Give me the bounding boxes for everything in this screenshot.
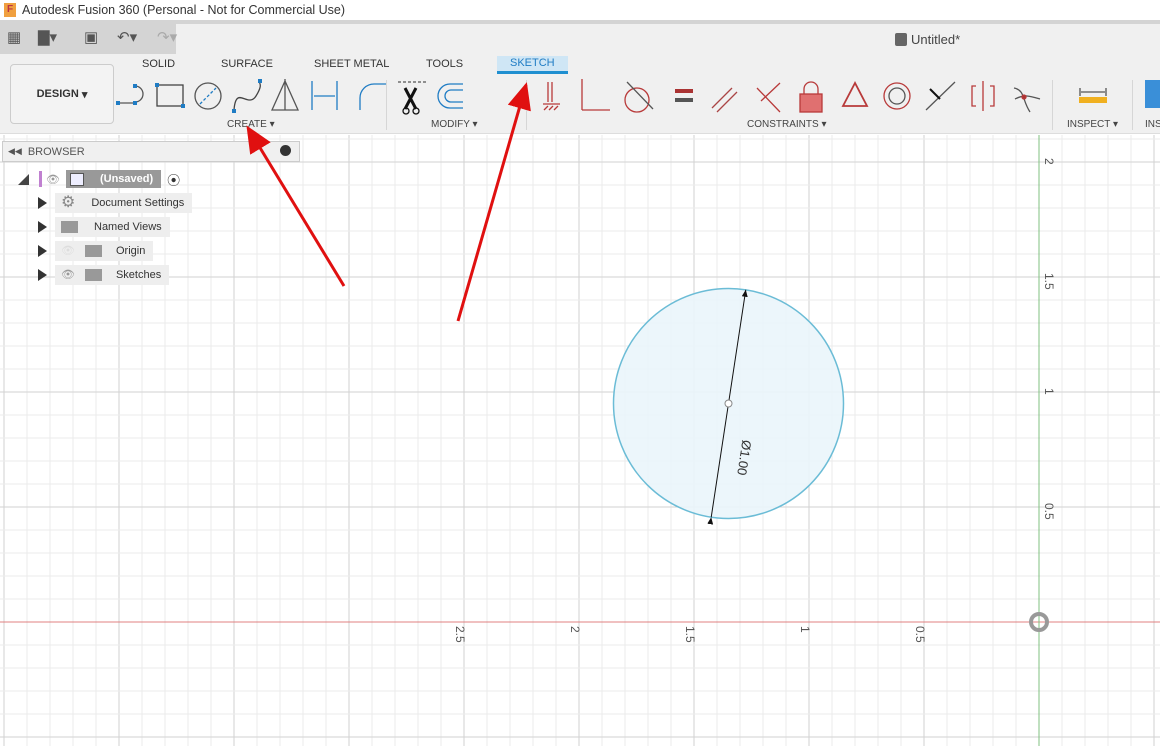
fix-icon[interactable] bbox=[543, 82, 560, 111]
ribbon-icons bbox=[116, 79, 1160, 115]
window-title: Autodesk Fusion 360 (Personal - Not for … bbox=[22, 3, 346, 17]
create-menu[interactable]: CREATE ▾ bbox=[227, 119, 275, 130]
fusion-logo-icon: F bbox=[4, 3, 16, 17]
y-axis-label: 2 bbox=[1042, 158, 1056, 165]
tree-item[interactable]: Named Views bbox=[36, 217, 170, 237]
x-axis-label: 2 bbox=[568, 626, 582, 633]
concentric-icon[interactable] bbox=[883, 82, 911, 110]
file-menu-icon[interactable]: ▇▾ bbox=[38, 28, 57, 46]
root-label: (Unsaved) bbox=[99, 173, 154, 185]
document-title: Untitled* bbox=[911, 32, 961, 47]
coincident-icon[interactable] bbox=[581, 79, 610, 111]
dimension-icon[interactable] bbox=[311, 81, 338, 110]
equal-icon[interactable] bbox=[675, 89, 693, 102]
apps-grid-icon[interactable]: ▦ bbox=[7, 28, 21, 46]
tree-root[interactable]: 👁 (Unsaved) ⦿ bbox=[18, 169, 180, 189]
collinear-icon[interactable] bbox=[925, 81, 956, 111]
circle-icon[interactable] bbox=[194, 82, 222, 110]
insert-menu[interactable]: INS bbox=[1145, 119, 1160, 130]
tree-item[interactable]: ⚙ Document Settings bbox=[36, 193, 193, 213]
title-bar: F Autodesk Fusion 360 (Personal - Not fo… bbox=[0, 0, 1160, 20]
inspect-label: INSPECT bbox=[1067, 119, 1111, 130]
browser-title: BROWSER bbox=[27, 145, 85, 158]
ribbon: DESIGN ▾ SOLID SURFACE SHEET METAL TOOLS… bbox=[0, 54, 1160, 134]
visibility-eye-icon[interactable]: 👁 bbox=[61, 265, 75, 285]
symmetry-icon[interactable] bbox=[971, 81, 995, 111]
undo-icon[interactable]: ↶▾ bbox=[117, 28, 137, 46]
expanded-triangle-icon[interactable] bbox=[18, 173, 29, 185]
tree-item-label: Origin bbox=[115, 245, 146, 257]
redo-icon[interactable]: ↷▾ bbox=[157, 28, 177, 46]
browser-minimize-icon[interactable] bbox=[280, 145, 291, 156]
constraints-label: CONSTRAINTS bbox=[747, 119, 819, 130]
browser-panel-header: ◀◀ BROWSER bbox=[2, 141, 300, 162]
expand-triangle-icon[interactable] bbox=[38, 269, 47, 281]
document-cube-icon bbox=[895, 33, 907, 46]
gear-icon: ⚙ bbox=[61, 194, 76, 211]
line-icon[interactable] bbox=[116, 84, 144, 105]
save-icon[interactable]: ▣ bbox=[84, 28, 98, 46]
lock-icon[interactable] bbox=[799, 81, 823, 113]
quick-access-toolbar: ▦ ▇▾ ▣ ↶▾ ↷▾ bbox=[0, 20, 1160, 54]
measure-icon[interactable] bbox=[1079, 88, 1107, 103]
spline-icon[interactable] bbox=[232, 79, 262, 113]
expand-triangle-icon[interactable] bbox=[38, 221, 47, 233]
y-axis-label: 0.5 bbox=[1042, 503, 1056, 520]
fillet-icon[interactable] bbox=[359, 83, 387, 110]
tree-item-label: Sketches bbox=[115, 269, 162, 281]
y-axis-label: 1 bbox=[1042, 388, 1056, 395]
x-axis-label: 1 bbox=[798, 626, 812, 633]
offset-icon[interactable] bbox=[437, 83, 463, 109]
insert-image-icon[interactable] bbox=[1145, 80, 1160, 108]
folder-icon bbox=[84, 245, 102, 257]
perpendicular-icon[interactable] bbox=[756, 82, 781, 113]
x-axis-label: 2.5 bbox=[453, 626, 467, 643]
component-icon bbox=[69, 172, 84, 186]
mirror-icon[interactable] bbox=[270, 79, 300, 111]
grid bbox=[0, 135, 1160, 746]
inspect-menu[interactable]: INSPECT ▾ bbox=[1067, 119, 1118, 130]
circle-center-point[interactable] bbox=[724, 399, 733, 408]
expand-triangle-icon[interactable] bbox=[38, 245, 47, 257]
collapse-browser-icon[interactable]: ◀◀ bbox=[8, 146, 22, 157]
rectangle-icon[interactable] bbox=[155, 83, 185, 108]
y-axis-label: 1.5 bbox=[1042, 273, 1056, 290]
folder-icon bbox=[84, 269, 102, 281]
tree-item-label: Named Views bbox=[94, 221, 162, 233]
tree-item[interactable]: 👁 Origin bbox=[36, 241, 154, 261]
create-label: CREATE bbox=[227, 119, 267, 130]
modify-label: MODIFY bbox=[431, 119, 470, 130]
visibility-eye-icon[interactable]: 👁 bbox=[46, 173, 60, 186]
hidden-eye-icon[interactable]: 👁 bbox=[61, 241, 75, 261]
x-axis-label: 0.5 bbox=[913, 626, 927, 643]
curvature-icon[interactable] bbox=[1013, 87, 1041, 113]
folder-icon bbox=[61, 221, 78, 233]
tree-item-label: Document Settings bbox=[91, 197, 185, 209]
modify-menu[interactable]: MODIFY ▾ bbox=[431, 119, 478, 130]
tangent-icon[interactable] bbox=[624, 81, 654, 113]
tree-item[interactable]: 👁 Sketches bbox=[36, 265, 170, 285]
midpoint-icon[interactable] bbox=[841, 81, 869, 107]
document-tab[interactable]: Untitled* bbox=[895, 32, 960, 47]
sketch-canvas[interactable]: 2.5 2 1.5 1 0.521.510.5 Ø1.00 bbox=[0, 135, 1160, 746]
parallel-icon[interactable] bbox=[711, 87, 738, 113]
x-axis-label: 1.5 bbox=[683, 626, 697, 643]
activate-radio-icon[interactable]: ⦿ bbox=[167, 170, 180, 189]
expand-triangle-icon[interactable] bbox=[38, 197, 47, 209]
constraints-menu[interactable]: CONSTRAINTS ▾ bbox=[747, 119, 826, 130]
trim-icon[interactable] bbox=[398, 81, 426, 115]
